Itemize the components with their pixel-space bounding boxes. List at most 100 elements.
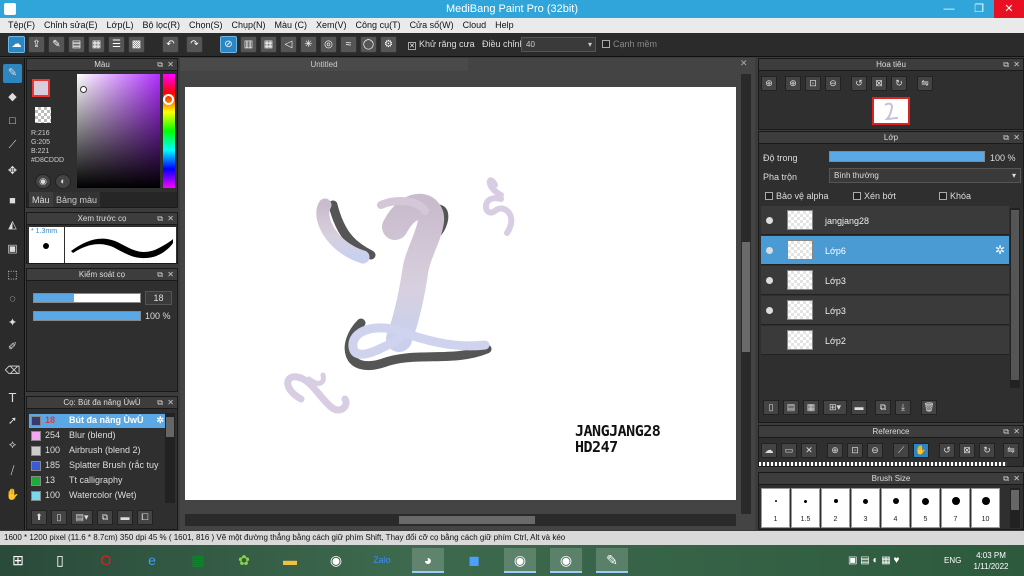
- layer-name[interactable]: Lớp6: [825, 246, 846, 256]
- rotate-left-icon[interactable]: ↺: [851, 76, 867, 91]
- float-icon[interactable]: ⧉: [1003, 426, 1009, 438]
- brush-menu-icon[interactable]: ▤▾: [71, 510, 93, 525]
- operation-tool-icon[interactable]: ➚: [3, 412, 22, 431]
- close-icon[interactable]: ✕: [167, 213, 174, 225]
- brush-list-item[interactable]: 185 Splatter Brush (rắc tuy: [29, 459, 165, 473]
- menu-item[interactable]: Công cụ(T): [352, 18, 406, 33]
- brush-size-cell[interactable]: 7: [941, 488, 970, 528]
- zalo-icon[interactable]: Zalo: [366, 548, 398, 573]
- circle-snap-icon[interactable]: ◎: [320, 36, 337, 53]
- transparent-swatch[interactable]: [35, 107, 51, 123]
- float-icon[interactable]: ⧉: [1003, 59, 1009, 71]
- hue-handle[interactable]: [163, 94, 174, 105]
- menu-item[interactable]: Bộ lọc(R): [138, 18, 185, 33]
- zoom-out-icon[interactable]: ⊖: [825, 76, 841, 91]
- chrome-profile-2-icon[interactable]: ◉: [550, 548, 582, 573]
- edge-icon[interactable]: e: [136, 548, 168, 573]
- flip-icon[interactable]: ⇋: [1003, 443, 1019, 458]
- brush-size-slider[interactable]: [33, 293, 141, 303]
- zoom-out-icon[interactable]: ⊖: [867, 443, 883, 458]
- duplicate-icon[interactable]: ⧠: [137, 510, 153, 525]
- close-reference-icon[interactable]: ✕: [801, 443, 817, 458]
- tab-color[interactable]: Màu: [29, 192, 53, 207]
- brush-size-cell[interactable]: 2: [821, 488, 850, 528]
- dropper-tool-icon[interactable]: ⧸: [3, 462, 22, 481]
- menu-item[interactable]: Xem(V): [312, 18, 352, 33]
- chrome-profile-icon[interactable]: ◉: [504, 548, 536, 573]
- brush-list-item[interactable]: 18 Bút đa năng ÙwÙ ✲: [29, 414, 165, 428]
- redo-icon[interactable]: ↷: [186, 36, 203, 53]
- menu-item[interactable]: Màu (C): [271, 18, 313, 33]
- new-halftone-layer-icon[interactable]: ▤: [783, 400, 799, 415]
- pen-tool-icon[interactable]: ⟋: [3, 136, 22, 155]
- hue-slider[interactable]: [163, 74, 175, 188]
- gradient-tool-icon[interactable]: ▣: [3, 240, 22, 259]
- close-icon[interactable]: ✕: [740, 58, 748, 69]
- close-icon[interactable]: ✕: [1013, 59, 1020, 71]
- store-icon[interactable]: ▦: [182, 548, 214, 573]
- protect-alpha-checkbox[interactable]: [765, 192, 773, 200]
- menu-item[interactable]: Tệp(F): [4, 18, 40, 33]
- picker-cursor[interactable]: [80, 86, 87, 93]
- message-icon[interactable]: ▤: [68, 36, 85, 53]
- fit-icon[interactable]: ⊡: [805, 76, 821, 91]
- new-layer-icon[interactable]: ▯: [763, 400, 779, 415]
- close-button[interactable]: ✕: [994, 0, 1024, 18]
- float-icon[interactable]: ⧉: [157, 269, 163, 281]
- brush-size-cell[interactable]: 1.5: [791, 488, 820, 528]
- text-tool-icon[interactable]: T: [3, 388, 22, 407]
- canvas-horizontal-scrollbar[interactable]: [185, 514, 736, 526]
- zoom-icon[interactable]: ⊕: [761, 76, 777, 91]
- blend-mode-select[interactable]: Bình thường ▾: [829, 168, 1021, 183]
- medibang-icon[interactable]: ◕: [412, 548, 444, 573]
- open-reference-icon[interactable]: ▭: [781, 443, 797, 458]
- new-8bit-layer-icon[interactable]: ▦: [803, 400, 819, 415]
- canvas-vertical-scrollbar[interactable]: [741, 74, 751, 514]
- rotate-right-icon[interactable]: ↻: [979, 443, 995, 458]
- eyedropper-tool-icon[interactable]: ⟡: [3, 436, 22, 455]
- palette-icon[interactable]: ◉: [35, 174, 51, 189]
- rotate-right-icon[interactable]: ↻: [891, 76, 907, 91]
- opera-icon[interactable]: O: [90, 548, 122, 573]
- shape-tool-icon[interactable]: □: [3, 112, 22, 131]
- menu-item[interactable]: Help: [491, 18, 519, 33]
- close-icon[interactable]: ✕: [167, 397, 174, 409]
- adjust-select[interactable]: 40 ▾: [521, 37, 596, 52]
- float-icon[interactable]: ⧉: [157, 59, 163, 71]
- curve-snap-icon[interactable]: ≈: [340, 36, 357, 53]
- eye-icon[interactable]: [766, 217, 773, 224]
- drawing-canvas[interactable]: JANGJANG28 HD247: [185, 87, 736, 500]
- grid-icon[interactable]: ▩: [128, 36, 145, 53]
- eraser-tool-icon[interactable]: ◆: [3, 88, 22, 107]
- list-icon[interactable]: ☰: [108, 36, 125, 53]
- select-tool-icon[interactable]: ⬚: [3, 266, 22, 285]
- eye-icon[interactable]: [766, 247, 773, 254]
- brush-size-cell[interactable]: 4: [881, 488, 910, 528]
- eyedropper-icon[interactable]: ⟋: [893, 443, 909, 458]
- hand-icon[interactable]: ✋: [913, 443, 929, 458]
- chrome-icon[interactable]: ◉: [320, 548, 352, 573]
- comment-icon[interactable]: ✎: [48, 36, 65, 53]
- main-color-swatch[interactable]: [32, 79, 50, 97]
- close-icon[interactable]: ✕: [1013, 132, 1020, 144]
- merge-down-icon[interactable]: ⤓: [895, 400, 911, 415]
- layer-row[interactable]: Lớp3: [761, 296, 1009, 325]
- zoom-in-icon[interactable]: ⊕: [827, 443, 843, 458]
- new-brush-icon[interactable]: ▯: [51, 510, 67, 525]
- eye-icon[interactable]: [766, 277, 773, 284]
- close-icon[interactable]: ✕: [1013, 473, 1020, 485]
- brush-list-item[interactable]: 13 Tt calligraphy: [29, 474, 165, 488]
- menu-item[interactable]: Lớp(L): [103, 18, 139, 33]
- copy-brush-icon[interactable]: ⧉: [97, 510, 113, 525]
- folder-icon[interactable]: ▬: [851, 400, 867, 415]
- layer-name[interactable]: Lớp3: [825, 306, 846, 316]
- menu-item[interactable]: Chỉnh sửa(E): [40, 18, 103, 33]
- brush-size-cell[interactable]: 5: [911, 488, 940, 528]
- menu-item[interactable]: Chụp(N): [228, 18, 271, 33]
- lock-checkbox[interactable]: [939, 192, 947, 200]
- start-icon[interactable]: ⊞: [2, 548, 34, 573]
- zoom-icon[interactable]: ◼: [458, 548, 490, 573]
- undo-icon[interactable]: ↶: [162, 36, 179, 53]
- select-eraser-tool-icon[interactable]: ⌫: [3, 362, 22, 381]
- rotate-left-icon[interactable]: ↺: [939, 443, 955, 458]
